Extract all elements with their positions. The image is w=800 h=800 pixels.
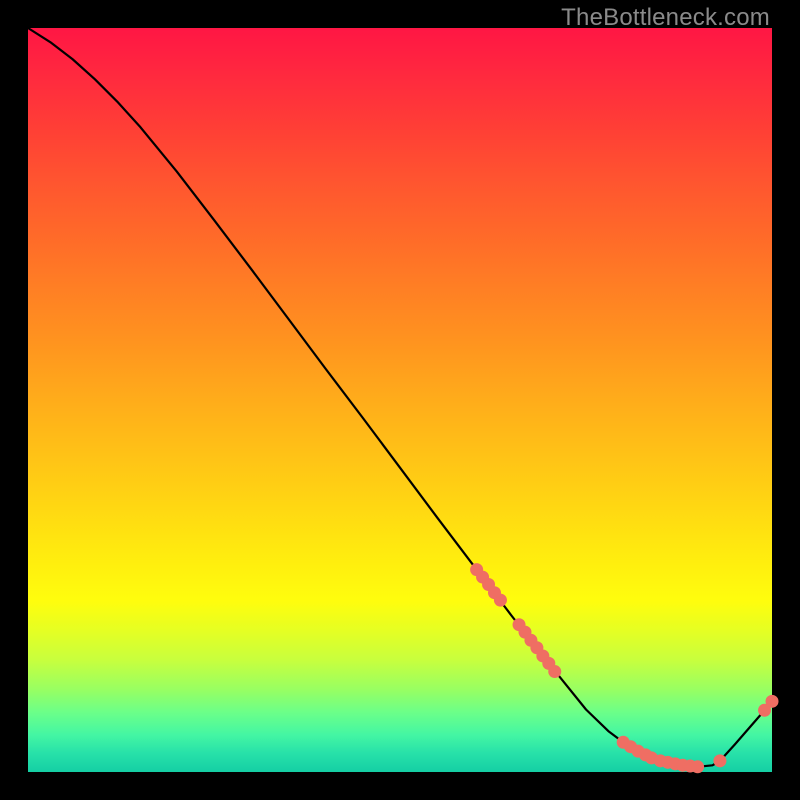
curve-markers	[470, 563, 778, 773]
curve-marker	[494, 594, 507, 607]
curve-marker	[691, 760, 704, 773]
bottleneck-curve	[28, 28, 772, 767]
curve-marker	[766, 695, 779, 708]
chart-stage: TheBottleneck.com	[0, 0, 800, 800]
watermark-text: TheBottleneck.com	[561, 4, 770, 32]
curve-marker	[548, 665, 561, 678]
curve-marker	[713, 754, 726, 767]
plot-overlay	[28, 28, 772, 772]
